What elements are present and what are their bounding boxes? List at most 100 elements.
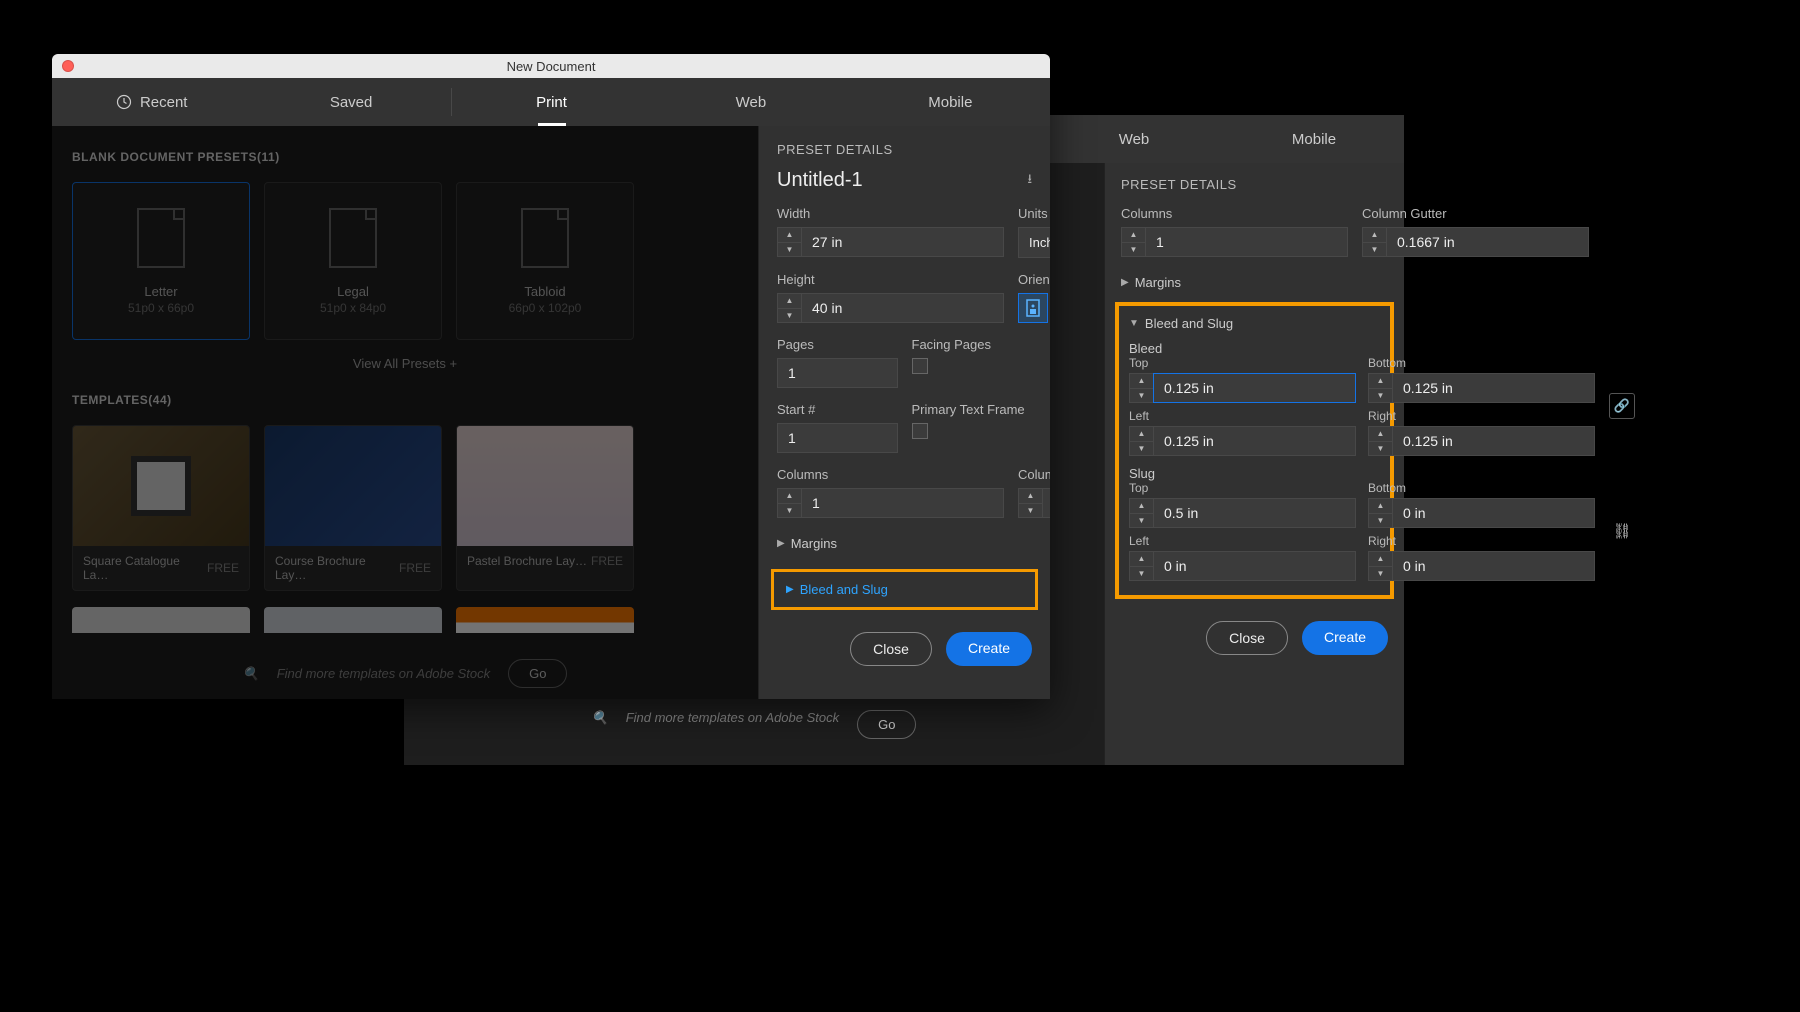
columns-stepper[interactable]: ▲▼: [777, 488, 801, 518]
slug-top-input[interactable]: [1153, 498, 1356, 528]
columns-input[interactable]: [801, 488, 1004, 518]
presets-templates-panel: BLANK DOCUMENT PRESETS (11) Letter 51p0 …: [52, 126, 758, 699]
category-tab-row: Recent Saved Print Web Mobile: [52, 78, 1050, 126]
bleed-top-input[interactable]: [1153, 373, 1356, 403]
slug-left-label: Left: [1129, 534, 1356, 548]
search-icon: 🔍: [592, 710, 608, 739]
slug-bottom-label: Bottom: [1368, 481, 1595, 495]
template-card[interactable]: [456, 607, 634, 633]
bleed-left-stepper[interactable]: ▲▼: [1129, 426, 1153, 456]
slug-bottom-stepper[interactable]: ▲▼: [1368, 498, 1392, 528]
ptf-label: Primary Text Frame: [912, 402, 1033, 417]
start-label: Start #: [777, 402, 898, 417]
view-all-presets[interactable]: View All Presets +: [72, 356, 738, 371]
tab-print[interactable]: Print: [452, 78, 651, 126]
height-stepper[interactable]: ▲▼: [777, 293, 801, 323]
facing-pages-checkbox[interactable]: [912, 358, 928, 374]
link-bleed-icon[interactable]: 🔗: [1609, 393, 1635, 419]
width-stepper[interactable]: ▲▼: [777, 227, 801, 257]
tab-web[interactable]: Web: [1044, 115, 1224, 163]
slug-left-input[interactable]: [1153, 551, 1356, 581]
margins-collapsed[interactable]: ▶ Margins: [777, 536, 1032, 551]
tab-saved[interactable]: Saved: [251, 78, 450, 126]
clock-icon: [116, 94, 132, 110]
orientation-label: Orientation: [1018, 272, 1050, 287]
primary-text-frame-checkbox[interactable]: [912, 423, 928, 439]
width-label: Width: [777, 206, 1004, 221]
tab-mobile[interactable]: Mobile: [851, 78, 1050, 126]
gutter-stepper[interactable]: ▲▼: [1018, 488, 1042, 518]
close-button[interactable]: Close: [850, 632, 932, 666]
bleed-top-stepper[interactable]: ▲▼: [1129, 373, 1153, 403]
search-icon: 🔍: [243, 666, 259, 682]
stock-search-text[interactable]: Find more templates on Adobe Stock: [277, 666, 490, 681]
gutter-label: Column Gutter: [1362, 206, 1589, 221]
plus-icon: +: [450, 356, 458, 371]
gutter-input[interactable]: [1386, 227, 1589, 257]
bleed-right-label: Right: [1368, 409, 1595, 423]
slug-top-label: Top: [1129, 481, 1356, 495]
margins-collapsed[interactable]: ▶ Margins: [1121, 275, 1388, 290]
gutter-stepper[interactable]: ▲▼: [1362, 227, 1386, 257]
search-placeholder[interactable]: Find more templates on Adobe Stock: [626, 710, 839, 739]
template-card[interactable]: [264, 607, 442, 633]
slug-right-stepper[interactable]: ▲▼: [1368, 551, 1392, 581]
columns-label: Columns: [777, 467, 1004, 482]
save-preset-icon[interactable]: ⭳: [1027, 170, 1032, 192]
new-document-window: New Document Recent Saved Print Web Mobi…: [52, 54, 1050, 699]
bleed-right-input[interactable]: [1392, 426, 1595, 456]
chevron-right-icon: ▶: [1121, 277, 1129, 288]
blank-presets-header: BLANK DOCUMENT PRESETS: [72, 150, 257, 164]
window-title: New Document: [52, 59, 1050, 74]
slug-bottom-input[interactable]: [1392, 498, 1595, 528]
width-input[interactable]: [801, 227, 1004, 257]
slug-right-input[interactable]: [1392, 551, 1595, 581]
gutter-label: Column Gutter: [1018, 467, 1050, 482]
bleed-bottom-stepper[interactable]: ▲▼: [1368, 373, 1392, 403]
unlink-slug-icon[interactable]: ⛓: [1612, 522, 1631, 540]
template-card[interactable]: [72, 607, 250, 633]
template-card[interactable]: Square Catalogue La…FREE: [72, 425, 250, 591]
slug-left-stepper[interactable]: ▲▼: [1129, 551, 1153, 581]
template-card[interactable]: Pastel Brochure Lay…FREE: [456, 425, 634, 591]
go-button[interactable]: Go: [857, 710, 916, 739]
portrait-icon: [1026, 299, 1040, 317]
preset-letter[interactable]: Letter 51p0 x 66p0: [72, 182, 250, 340]
columns-label: Columns: [1121, 206, 1348, 221]
document-name[interactable]: Untitled-1: [777, 169, 863, 192]
slug-top-stepper[interactable]: ▲▼: [1129, 498, 1153, 528]
height-input[interactable]: [801, 293, 1004, 323]
preset-legal[interactable]: Legal 51p0 x 84p0: [264, 182, 442, 340]
columns-input[interactable]: [1145, 227, 1348, 257]
bleed-left-input[interactable]: [1153, 426, 1356, 456]
units-select[interactable]: Inches ▼: [1018, 227, 1050, 258]
preset-tabloid[interactable]: Tabloid 66p0 x 102p0: [456, 182, 634, 340]
slug-header: Slug: [1129, 466, 1380, 481]
bleed-right-stepper[interactable]: ▲▼: [1368, 426, 1392, 456]
window-titlebar: New Document: [52, 54, 1050, 78]
bleed-bottom-input[interactable]: [1392, 373, 1595, 403]
orientation-portrait[interactable]: [1018, 293, 1048, 323]
preset-details-panel: PRESET DETAILS Untitled-1 ⭳ Width ▲▼ Uni…: [758, 126, 1050, 699]
close-button[interactable]: Close: [1206, 621, 1288, 655]
start-input[interactable]: [777, 423, 898, 453]
columns-stepper[interactable]: ▲▼: [1121, 227, 1145, 257]
tab-web[interactable]: Web: [651, 78, 850, 126]
go-button[interactable]: Go: [508, 659, 567, 688]
template-card[interactable]: Course Brochure Lay…FREE: [264, 425, 442, 591]
pages-input[interactable]: [777, 358, 898, 388]
create-button[interactable]: Create: [946, 632, 1032, 666]
facing-pages-label: Facing Pages: [912, 337, 1033, 352]
create-button[interactable]: Create: [1302, 621, 1388, 655]
units-label: Units: [1018, 206, 1050, 221]
bleed-bottom-label: Bottom: [1368, 356, 1595, 370]
chevron-right-icon: ▶: [777, 538, 785, 549]
bleed-slug-collapsed[interactable]: ▶ Bleed and Slug: [771, 569, 1038, 610]
preset-details-panel: PRESET DETAILS Columns ▲▼ Column Gutter …: [1104, 163, 1404, 765]
tab-recent[interactable]: Recent: [52, 78, 251, 126]
bleed-slug-section: ▼ Bleed and Slug Bleed Top ▲▼ Bottom: [1115, 302, 1394, 599]
tab-mobile[interactable]: Mobile: [1224, 115, 1404, 163]
templates-count: (44): [148, 393, 171, 407]
gutter-input[interactable]: [1042, 488, 1050, 518]
preset-row: Letter 51p0 x 66p0 Legal 51p0 x 84p0 Tab…: [72, 182, 738, 340]
